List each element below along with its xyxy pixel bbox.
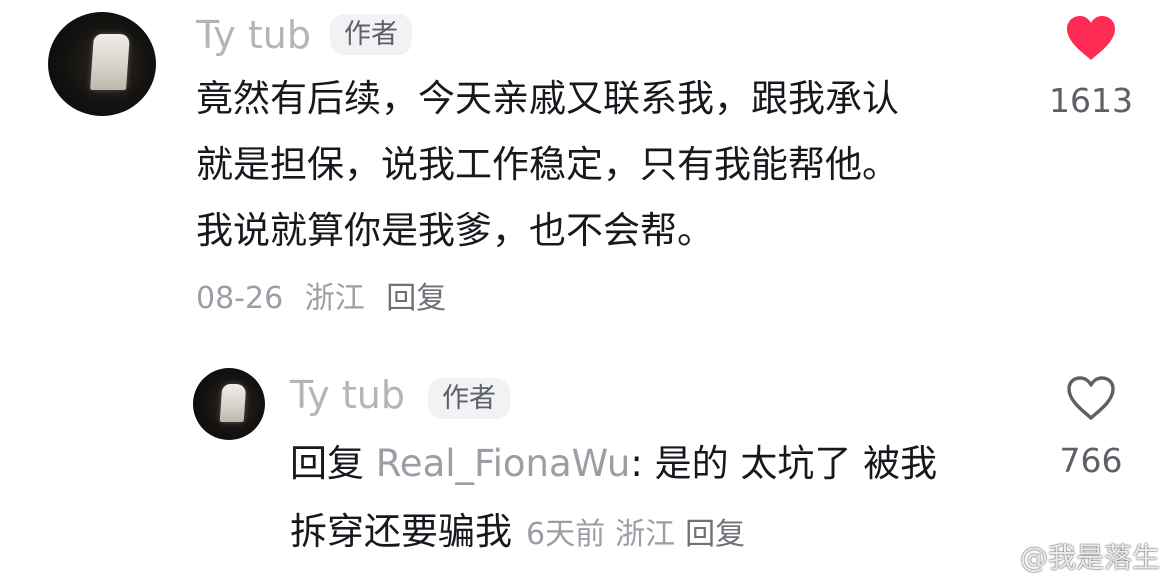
avatar[interactable] bbox=[48, 12, 156, 116]
watermark-text: @我是落生 bbox=[1019, 541, 1160, 574]
like-count: 1613 bbox=[1049, 81, 1133, 120]
reply-text-line: 回复 Real_FionaWu: 是的 太坑了 被我 bbox=[290, 430, 937, 498]
comment-date: 08-26 bbox=[196, 281, 284, 316]
reply-text-line: 拆穿还要骗我 6天前 浙江 回复 bbox=[290, 498, 937, 566]
comment-section: Ty tub 作者 竟然有后续，今天亲戚又联系我，跟我承认 就是担保，说我工作稳… bbox=[0, 0, 1170, 578]
comment-location: 浙江 bbox=[615, 517, 676, 552]
comment-date: 6天前 bbox=[526, 517, 606, 552]
reply-text-part: 拆穿还要骗我 bbox=[290, 510, 512, 553]
heart-outline-icon[interactable] bbox=[1064, 374, 1118, 422]
weibo-icon bbox=[984, 547, 1015, 571]
comment-meta: 08-26 浙江 回复 bbox=[196, 284, 446, 314]
comment-text-line: 就是担保，说我工作稳定，只有我能帮他。 bbox=[196, 143, 899, 186]
reply-button[interactable]: 回复 bbox=[386, 281, 446, 316]
mentioned-user[interactable]: Real_FionaWu bbox=[376, 442, 631, 485]
author-badge: 作者 bbox=[428, 378, 510, 419]
comment-text: 竟然有后续，今天亲戚又联系我，跟我承认 就是担保，说我工作稳定，只有我能帮他。 … bbox=[196, 66, 899, 264]
watermark: @我是落生 bbox=[984, 544, 1160, 572]
comment-location: 浙江 bbox=[304, 281, 365, 316]
comment-username[interactable]: Ty tub bbox=[196, 16, 311, 54]
author-badge: 作者 bbox=[330, 14, 412, 55]
reply-button[interactable]: 回复 bbox=[685, 517, 745, 552]
comment-text-line: 我说就算你是我爹，也不会帮。 bbox=[196, 209, 714, 252]
heart-filled-icon[interactable] bbox=[1064, 14, 1118, 62]
comment-text-line: 竟然有后续，今天亲戚又联系我，跟我承认 bbox=[196, 77, 899, 120]
reply-prefix: 回复 bbox=[290, 442, 364, 485]
reply-text: 回复 Real_FionaWu: 是的 太坑了 被我 拆穿还要骗我 6天前 浙江 回复 bbox=[290, 430, 937, 566]
comment-meta: 6天前 浙江 回复 bbox=[526, 517, 745, 552]
like-count: 766 bbox=[1059, 441, 1123, 480]
avatar[interactable] bbox=[193, 368, 265, 440]
reply-text-part: : 是的 太坑了 被我 bbox=[630, 442, 938, 485]
avatar-image bbox=[90, 34, 130, 90]
comment-username[interactable]: Ty tub bbox=[290, 376, 405, 414]
avatar-image bbox=[219, 384, 247, 422]
